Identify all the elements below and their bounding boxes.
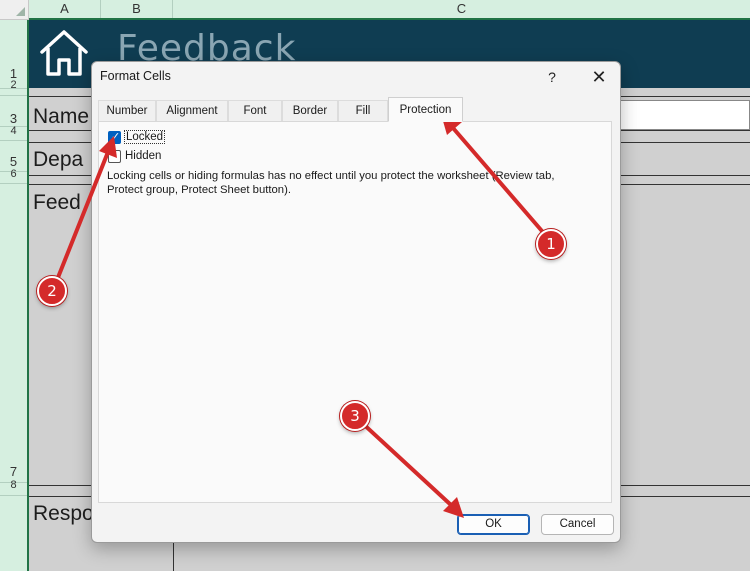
dialog-title: Format Cells — [100, 69, 171, 83]
column-header-a[interactable]: A — [29, 0, 101, 18]
row-header-3[interactable]: 3 — [0, 111, 27, 126]
ok-button[interactable]: OK — [457, 514, 530, 535]
cancel-button[interactable]: Cancel — [541, 514, 614, 535]
row-divider — [0, 495, 27, 496]
row-divider — [0, 140, 27, 141]
name-label: Name — [33, 105, 90, 128]
row-header-7[interactable]: 7 — [0, 464, 27, 479]
response-label: Respo — [33, 502, 94, 525]
row-header-8[interactable]: 8 — [0, 479, 27, 491]
hidden-checkbox[interactable] — [108, 150, 121, 163]
department-label: Depa — [33, 148, 84, 171]
row-header-2[interactable]: 2 — [0, 79, 27, 91]
tab-border[interactable]: Border — [282, 100, 338, 121]
hidden-label[interactable]: Hidden — [125, 150, 161, 162]
select-all-corner[interactable] — [0, 0, 29, 20]
name-input-cell[interactable] — [609, 100, 750, 130]
row-divider — [0, 183, 27, 184]
column-header-c[interactable]: C — [173, 0, 750, 18]
row-divider — [0, 95, 27, 96]
protection-description: Locking cells or hiding formulas has no … — [107, 170, 555, 196]
close-button[interactable]: ✕ — [586, 66, 612, 88]
locked-checkbox[interactable]: ✓ — [108, 131, 121, 144]
annotation-badge-3: 3 — [340, 401, 370, 431]
select-all-triangle-icon — [16, 7, 25, 16]
row-header-6[interactable]: 6 — [0, 168, 27, 180]
feedback-label: Feed — [33, 191, 81, 214]
annotation-badge-1: 1 — [536, 229, 566, 259]
column-headers: A B C — [29, 0, 750, 20]
protection-panel: ✓ Locked Hidden Locking cells or hiding … — [98, 121, 612, 503]
column-divider — [173, 540, 174, 571]
tab-protection[interactable]: Protection — [388, 97, 463, 122]
locked-label[interactable]: Locked — [123, 130, 166, 144]
format-cells-dialog: Format Cells ? ✕ Number Alignment Font B… — [91, 61, 621, 543]
checkmark-icon: ✓ — [111, 131, 121, 143]
annotation-badge-2: 2 — [37, 276, 67, 306]
help-button[interactable]: ? — [540, 66, 564, 88]
tab-number[interactable]: Number — [98, 100, 156, 121]
row-header-5[interactable]: 5 — [0, 154, 27, 169]
row-header-4[interactable]: 4 — [0, 125, 27, 137]
column-header-b[interactable]: B — [101, 0, 173, 18]
tab-font[interactable]: Font — [228, 100, 282, 121]
tab-alignment[interactable]: Alignment — [156, 100, 228, 121]
home-icon[interactable] — [37, 26, 91, 80]
tab-fill[interactable]: Fill — [338, 100, 388, 121]
row-headers: 1 2 3 4 5 6 7 8 — [0, 20, 29, 571]
